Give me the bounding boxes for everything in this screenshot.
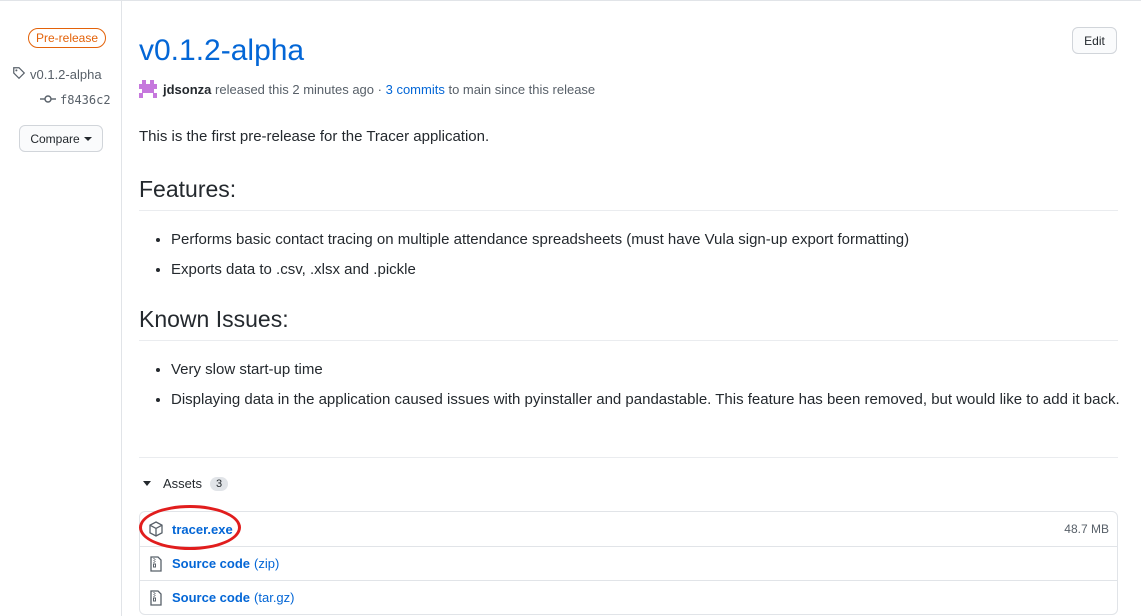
- release-intro: This is the first pre-release for the Tr…: [139, 128, 490, 145]
- asset-size: 48.7 MB: [1064, 522, 1109, 536]
- asset-link[interactable]: Source code: [172, 590, 250, 605]
- features-heading: Features:: [139, 176, 237, 202]
- commit-icon: [40, 93, 56, 107]
- features-list: Performs basic contact tracing on multip…: [139, 228, 1121, 288]
- release-sidebar: Pre-release v0.1.2-alpha f8436c2 Compare: [0, 0, 122, 616]
- assets-count: 3: [210, 476, 229, 491]
- commit-link[interactable]: f8436c2: [40, 93, 111, 107]
- assets-label: Assets: [163, 476, 203, 491]
- package-icon: [148, 521, 164, 537]
- asset-link[interactable]: tracer.exe: [172, 522, 233, 537]
- assets-divider: [139, 457, 1118, 458]
- asset-format[interactable]: (zip): [254, 556, 279, 571]
- issues-heading: Known Issues:: [139, 306, 289, 332]
- issues-list: Very slow start-up time Displaying data …: [139, 358, 1121, 418]
- edit-button[interactable]: Edit: [1072, 27, 1117, 54]
- compare-label: Compare: [30, 131, 80, 146]
- asset-row-source-targz[interactable]: Source code (tar.gz): [140, 580, 1117, 614]
- avatar[interactable]: [139, 80, 157, 98]
- author-link[interactable]: jdsonza: [163, 82, 211, 97]
- chevron-down-icon: [83, 136, 92, 141]
- release-title[interactable]: v0.1.2-alpha: [139, 34, 304, 68]
- list-item: Exports data to .csv, .xlsx and .pickle: [171, 258, 1121, 282]
- release-meta: jdsonza released this 2 minutes ago · 3 …: [139, 80, 595, 98]
- asset-row-tracer-exe[interactable]: tracer.exe 48.7 MB: [140, 512, 1117, 546]
- asset-row-source-zip[interactable]: Source code (zip): [140, 546, 1117, 580]
- commits-suffix: to main since this release: [448, 81, 596, 97]
- features-divider: [139, 210, 1118, 211]
- commits-link[interactable]: 3 commits: [386, 82, 445, 97]
- triangle-down-icon: [143, 481, 151, 486]
- meta-separator: ·: [377, 81, 382, 97]
- list-item: Performs basic contact tracing on multip…: [171, 228, 1121, 252]
- list-item: Very slow start-up time: [171, 358, 1121, 382]
- file-zip-icon: [148, 555, 164, 572]
- tag-link[interactable]: v0.1.2-alpha: [12, 66, 102, 83]
- assets-toggle[interactable]: Assets 3: [143, 476, 229, 491]
- issues-divider: [139, 340, 1118, 341]
- tag-icon: [12, 66, 26, 83]
- tag-label: v0.1.2-alpha: [30, 67, 102, 82]
- top-border: [0, 0, 1141, 1]
- prerelease-badge: Pre-release: [28, 28, 107, 48]
- compare-button[interactable]: Compare: [19, 125, 103, 152]
- list-item: Displaying data in the application cause…: [171, 388, 1121, 412]
- asset-link[interactable]: Source code: [172, 556, 250, 571]
- released-text: released this 2 minutes ago: [215, 81, 375, 97]
- commit-hash: f8436c2: [60, 93, 111, 107]
- asset-list: tracer.exe 48.7 MB Source code (zip) Sou…: [139, 511, 1118, 615]
- asset-format[interactable]: (tar.gz): [254, 590, 294, 605]
- file-zip-icon: [148, 589, 164, 606]
